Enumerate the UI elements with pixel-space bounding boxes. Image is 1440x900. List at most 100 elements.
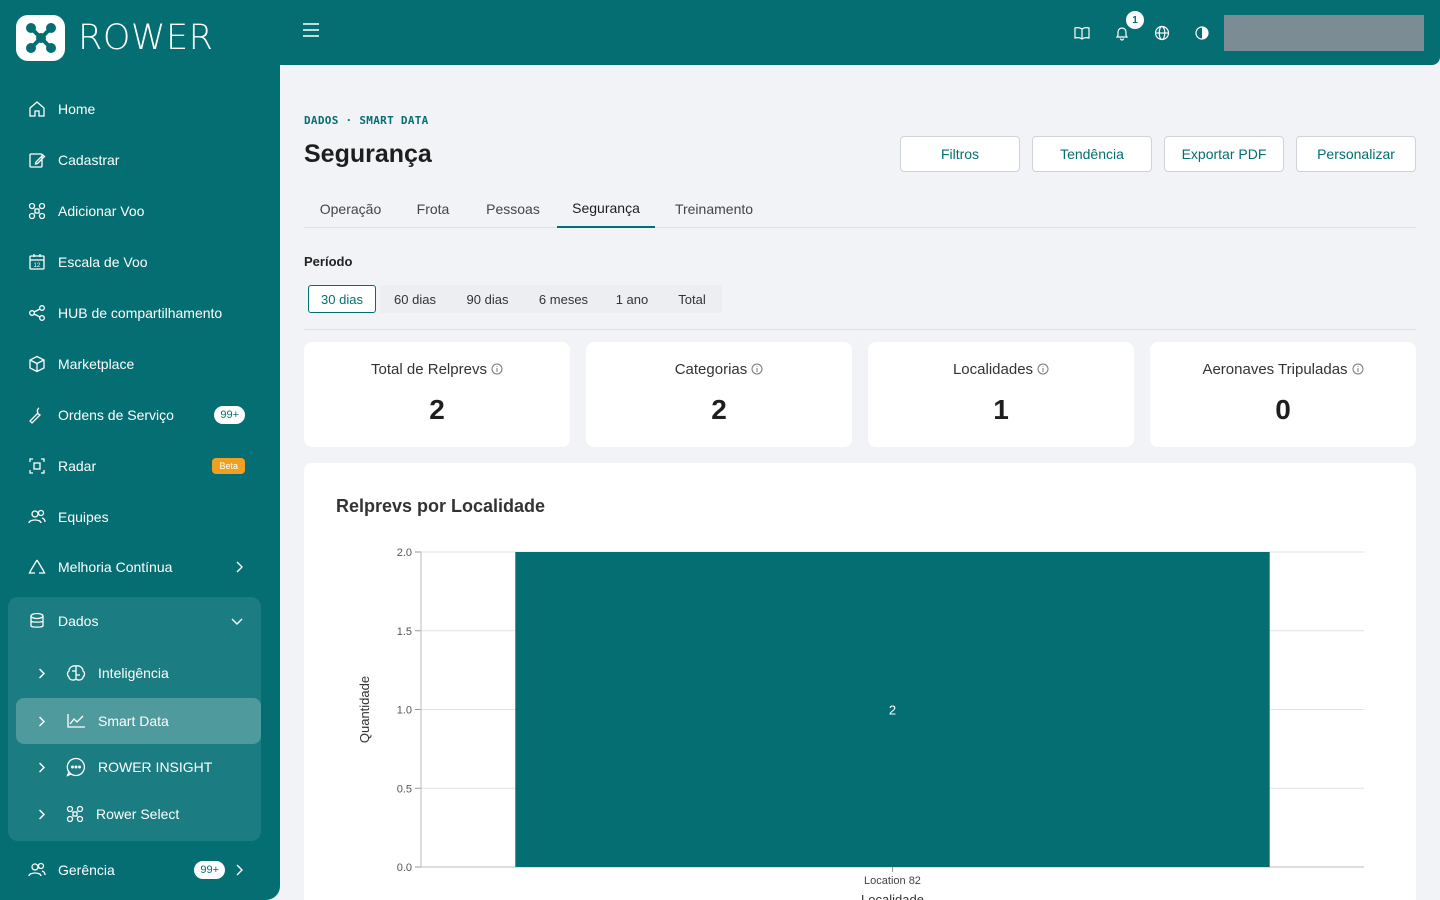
sidebar-item-label: Ordens de Serviço xyxy=(58,407,174,423)
globe-icon[interactable] xyxy=(1154,25,1170,41)
period-90-dias[interactable]: 90 dias xyxy=(450,285,525,313)
sidebar-item-label: Melhoria Contínua xyxy=(58,559,173,575)
tab-seguranca[interactable]: Segurança xyxy=(557,190,655,228)
period-6-meses[interactable]: 6 meses xyxy=(525,285,602,313)
radar-icon xyxy=(28,457,46,475)
info-icon[interactable] xyxy=(751,362,763,379)
logo[interactable]: ROWER xyxy=(16,15,213,61)
users-icon xyxy=(28,861,46,879)
kpi-label: Localidades xyxy=(952,361,1034,378)
y-axis-label: Quantidade xyxy=(357,676,372,743)
kpi-card-total-relprevs: Total de Relprevs 2 xyxy=(304,342,570,447)
chevron-right-icon xyxy=(16,716,66,727)
sidebar-item-radar[interactable]: Radar Beta xyxy=(16,444,261,488)
sidebar-item-dados[interactable]: Dados xyxy=(16,599,261,643)
notification-badge: 1 xyxy=(1126,11,1144,29)
tab-frota[interactable]: Frota xyxy=(397,190,469,228)
drone-icon xyxy=(28,202,46,220)
sidebar-subitem-smart-data[interactable]: Smart Data xyxy=(16,698,261,744)
y-tick-label: 0.0 xyxy=(397,862,412,874)
info-icon[interactable] xyxy=(491,362,503,379)
sidebar-item-escala-de-voo[interactable]: 12 Escala de Voo xyxy=(16,240,261,284)
user-menu[interactable] xyxy=(1224,15,1424,51)
kpi-value: 2 xyxy=(429,394,445,425)
tendencia-button[interactable]: Tendência xyxy=(1032,136,1152,172)
sidebar-item-label: Marketplace xyxy=(58,356,135,372)
count-badge: 99+ xyxy=(214,406,245,424)
chart-line-icon xyxy=(66,713,86,729)
users-icon xyxy=(28,508,46,526)
x-tick-label: Location 82 xyxy=(864,875,921,887)
sidebar-item-label: Home xyxy=(58,101,96,117)
sidebar-item-equipes[interactable]: Equipes xyxy=(16,495,261,539)
tab-operacao[interactable]: Operação xyxy=(304,190,397,228)
info-icon[interactable] xyxy=(1037,362,1049,379)
sidebar-subitem-inteligencia[interactable]: Inteligência xyxy=(16,650,261,696)
sidebar-item-label: Radar xyxy=(58,458,97,474)
chevron-right-icon xyxy=(235,864,243,876)
sidebar-item-label: HUB de compartilhamento xyxy=(58,305,223,321)
sidebar-item-marketplace[interactable]: Marketplace xyxy=(16,342,261,386)
sidebar-item-cadastrar[interactable]: Cadastrar xyxy=(16,138,261,182)
sidebar-subitem-label: Rower Select xyxy=(96,806,180,822)
book-icon[interactable] xyxy=(1074,25,1090,41)
info-icon[interactable] xyxy=(1352,362,1364,379)
kpi-card-categorias: Categorias 2 xyxy=(586,342,852,447)
kpi-value: 0 xyxy=(1275,394,1291,425)
sidebar-subitem-rower-insight[interactable]: ROWER INSIGHT xyxy=(16,744,261,790)
sidebar-item-label: Equipes xyxy=(58,509,109,525)
y-tick-label: 0.5 xyxy=(397,783,412,795)
page-title: Segurança xyxy=(304,140,432,168)
topbar: 1 xyxy=(280,0,1440,65)
sidebar-item-adicionar-voo[interactable]: Adicionar Voo xyxy=(16,189,261,233)
tab-treinamento[interactable]: Treinamento xyxy=(655,190,773,228)
sidebar-item-label: Gerência xyxy=(58,862,115,878)
period-60-dias[interactable]: 60 dias xyxy=(380,285,450,313)
box-icon xyxy=(28,355,46,373)
calendar-icon: 12 xyxy=(28,253,46,271)
kpi-label: Categorias xyxy=(674,361,748,378)
drone-logo-icon xyxy=(16,15,65,61)
bar-data-label: 2 xyxy=(889,703,896,718)
share-icon xyxy=(28,304,46,322)
kpi-label: Aeronaves Tripuladas xyxy=(1202,361,1348,378)
filtros-button[interactable]: Filtros xyxy=(900,136,1020,172)
sidebar-item-melhoria-continua[interactable]: Melhoria Contínua xyxy=(16,545,261,589)
y-tick-label: 1.0 xyxy=(397,705,412,717)
chart-card: Relprevs por Localidade 0.0 0.5 1.0 1.5 2.0 2… xyxy=(304,463,1416,900)
menu-icon[interactable] xyxy=(302,23,320,42)
count-badge: 99+ xyxy=(194,861,225,879)
bell-icon[interactable] xyxy=(1114,25,1130,41)
y-tick-label: 2.0 xyxy=(397,547,412,559)
breadcrumb: DADOS · SMART DATA xyxy=(304,114,429,127)
kpi-value: 1 xyxy=(993,394,1009,425)
personalizar-button[interactable]: Personalizar xyxy=(1296,136,1416,172)
edit-icon xyxy=(28,151,46,169)
logo-text: ROWER xyxy=(78,18,214,58)
sidebar-item-home[interactable]: Home xyxy=(16,87,261,131)
period-30-dias[interactable]: 30 dias xyxy=(308,285,376,313)
sidebar-item-gerencia[interactable]: Gerência 99+ xyxy=(16,848,261,892)
exportar-pdf-button[interactable]: Exportar PDF xyxy=(1164,136,1284,172)
period-total[interactable]: Total xyxy=(662,285,722,313)
sidebar-subitem-label: Inteligência xyxy=(98,665,169,681)
y-tick-label: 1.5 xyxy=(397,626,412,638)
beta-badge: Beta xyxy=(212,458,245,474)
svg-text:12: 12 xyxy=(34,263,41,269)
home-icon xyxy=(28,100,46,118)
sidebar-item-ordens-de-servico[interactable]: Ordens de Serviço 99+ xyxy=(16,393,261,437)
chevron-right-icon xyxy=(16,809,66,820)
drone-icon xyxy=(66,805,84,823)
theme-toggle-icon[interactable] xyxy=(1194,25,1210,41)
tab-pessoas[interactable]: Pessoas xyxy=(469,190,557,228)
chevron-right-icon xyxy=(235,561,243,573)
chevron-right-icon xyxy=(16,762,66,773)
sidebar-item-label: Cadastrar xyxy=(58,152,120,168)
sidebar-item-hub[interactable]: HUB de compartilhamento xyxy=(16,291,261,335)
divider xyxy=(304,329,1416,330)
kpi-value: 2 xyxy=(711,394,727,425)
sidebar-subitem-rower-select[interactable]: Rower Select xyxy=(16,791,261,837)
chevron-down-icon xyxy=(231,617,243,625)
period-1-ano[interactable]: 1 ano xyxy=(602,285,662,313)
sidebar-subitem-label: ROWER INSIGHT xyxy=(98,759,213,775)
